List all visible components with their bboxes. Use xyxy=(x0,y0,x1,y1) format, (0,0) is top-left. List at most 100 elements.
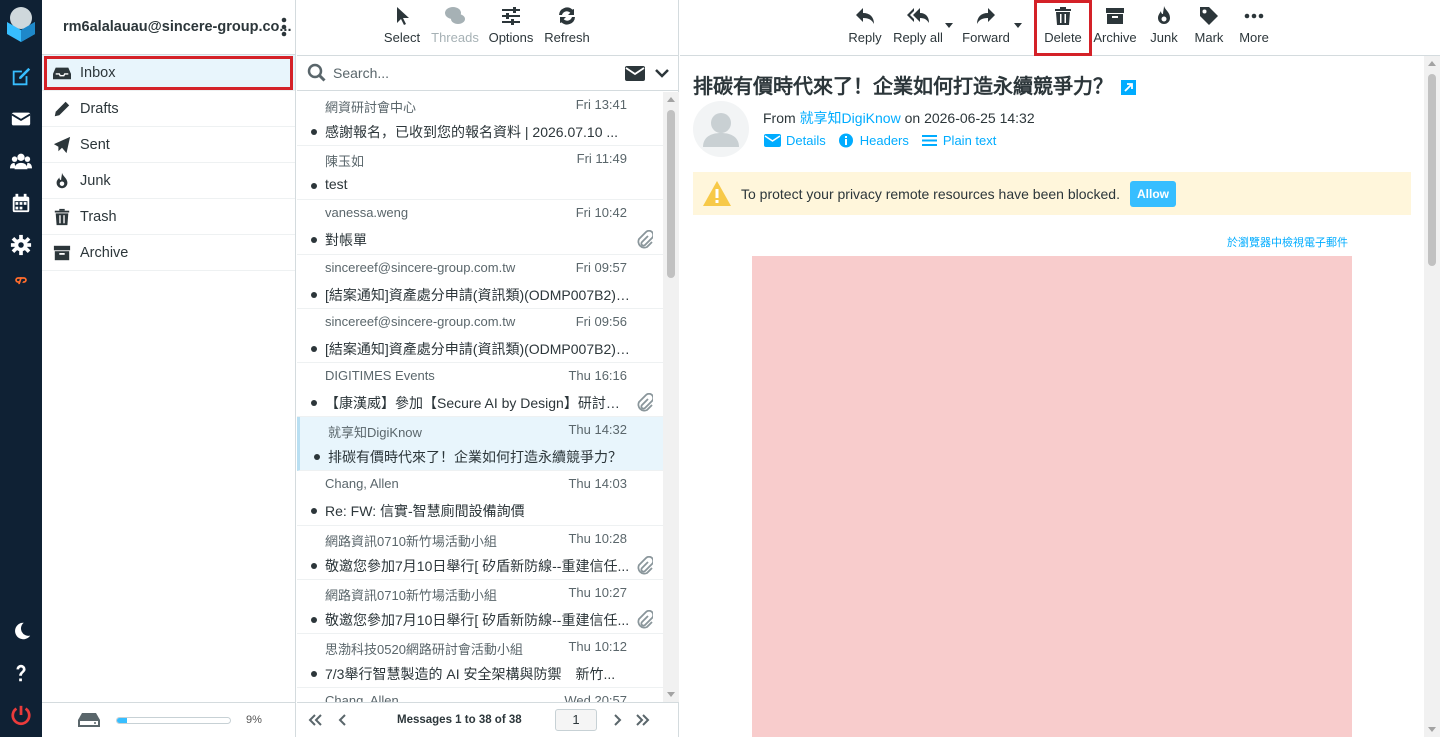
more-button[interactable]: More xyxy=(1235,0,1273,56)
message-list-scrollbar[interactable] xyxy=(663,92,679,702)
archive-button[interactable]: Archive xyxy=(1092,0,1138,56)
envelope-icon xyxy=(764,134,781,147)
message-row[interactable]: 就享知DigiKnow Thu 14:32 排碳有價時代來了！企業如何打造永續競爭力… xyxy=(297,417,663,472)
message-row[interactable]: 網路資訊0710新竹場活動小組 Thu 10:27 敬邀您參加7月10日舉行[ 矽盾… xyxy=(297,580,663,634)
reply-all-label: Reply all xyxy=(893,30,943,45)
message-date: Fri 10:42 xyxy=(575,205,627,221)
unread-dot-icon xyxy=(311,237,317,244)
threads-button[interactable]: Threads xyxy=(424,0,486,56)
reply-button[interactable]: Reply xyxy=(845,0,885,56)
message-row[interactable]: 陳玉如 Fri 11:49 test xyxy=(297,146,663,201)
message-row[interactable]: Chang, Allen Wed 20:57 xyxy=(297,688,663,702)
message-row[interactable]: Chang, Allen Thu 14:03 Re: FW: 信實-智慧廁間設備詢價 xyxy=(297,471,663,526)
view-in-browser-link[interactable]: 於瀏覽器中檢視電子郵件 xyxy=(1227,234,1348,250)
message-row[interactable]: 思渤科技0520網路研討會活動小組 Thu 10:12 7/3舉行智慧製造的 AI … xyxy=(297,634,663,689)
message-date: Wed 20:57 xyxy=(564,693,627,702)
pagination: Messages 1 to 38 of 38 1 xyxy=(297,702,679,737)
contacts-icon[interactable] xyxy=(0,141,42,181)
message-date: Thu 10:12 xyxy=(568,638,627,654)
cpanel-icon[interactable] xyxy=(0,262,42,298)
message-row[interactable]: DIGITIMES Events Thu 16:16 【康漢威】參加【Secure … xyxy=(297,363,663,418)
threads-icon xyxy=(445,7,465,24)
last-page-icon[interactable] xyxy=(635,712,651,728)
page-number-input[interactable]: 1 xyxy=(555,709,597,731)
reply-all-button[interactable]: Reply all xyxy=(891,0,945,56)
folder-archive[interactable]: Archive xyxy=(42,235,295,271)
account-menu-icon[interactable] xyxy=(279,16,289,38)
next-page-icon[interactable] xyxy=(609,712,625,728)
calendar-icon[interactable] xyxy=(0,183,42,223)
dark-mode-icon[interactable] xyxy=(0,611,42,651)
message-view-scrollbar[interactable] xyxy=(1424,56,1440,737)
help-icon[interactable] xyxy=(0,653,42,693)
select-button[interactable]: Select xyxy=(380,0,424,56)
message-sender: 思渤科技0520網路研討會活動小組 xyxy=(325,641,523,657)
search-input[interactable] xyxy=(333,65,603,81)
message-subject: 對帳單 xyxy=(325,232,367,249)
envelope-filter-icon[interactable] xyxy=(625,66,645,81)
message-sender: 網路資訊0710新竹場活動小組 xyxy=(325,587,497,603)
sender-link[interactable]: 就享知DigiKnow xyxy=(800,110,901,126)
folder-trash[interactable]: Trash xyxy=(42,199,295,235)
message-subject: 敬邀您參加7月10日舉行[ 矽盾新防線--重建信任... xyxy=(325,557,630,574)
folder-drafts[interactable]: Drafts xyxy=(42,91,295,127)
message-row[interactable]: 網路資訊0710新竹場活動小組 Thu 10:28 敬邀您參加7月10日舉行[ 矽盾… xyxy=(297,526,663,580)
open-external-icon[interactable] xyxy=(1121,80,1136,96)
message-subject: [結案通知]資產處分申請(資訊類)(ODMP007B2):... xyxy=(325,340,631,357)
forward-button[interactable]: Forward xyxy=(961,0,1011,56)
folder-label: Archive xyxy=(80,244,129,261)
unread-dot-icon xyxy=(311,616,317,623)
unread-dot-icon xyxy=(311,508,317,515)
unread-dot-icon xyxy=(311,183,317,190)
options-label: Options xyxy=(488,30,534,45)
unread-dot-icon xyxy=(314,454,320,461)
message-row[interactable]: vanessa.weng Fri 10:42 對帳單 xyxy=(297,200,663,255)
settings-icon[interactable] xyxy=(0,225,42,265)
details-link[interactable]: Details xyxy=(764,133,826,148)
refresh-button[interactable]: Refresh xyxy=(536,0,598,56)
search-bar xyxy=(297,56,678,91)
message-date: Fri 11:49 xyxy=(576,151,627,167)
quota-percent: 9% xyxy=(246,714,262,726)
message-row[interactable]: 網資研討會中心 Fri 13:41 感謝報名，已收到您的報名資料 | 2026.07… xyxy=(297,92,663,147)
options-button[interactable]: Options xyxy=(486,0,536,56)
cursor-icon xyxy=(397,7,409,25)
info-icon xyxy=(838,133,853,148)
from-line: From 就享知DigiKnow on 2026-06-25 14:32 xyxy=(763,108,1035,128)
forward-dropdown-icon[interactable] xyxy=(1014,23,1022,28)
folder-label: Inbox xyxy=(80,64,116,81)
message-subject: 感謝報名，已收到您的報名資料 | 2026.07.10 ... xyxy=(325,124,619,140)
allow-button[interactable]: Allow xyxy=(1129,180,1176,207)
reply-all-dropdown-icon[interactable] xyxy=(945,23,953,28)
lines-icon xyxy=(921,135,937,146)
compose-icon[interactable] xyxy=(0,57,42,97)
folder-inbox[interactable]: Inbox xyxy=(42,55,295,91)
logout-icon[interactable] xyxy=(0,695,42,735)
mark-button[interactable]: Mark xyxy=(1189,0,1229,56)
folder-sent[interactable]: Sent xyxy=(42,127,295,163)
folder-junk[interactable]: Junk xyxy=(42,163,295,199)
first-page-icon[interactable] xyxy=(307,712,323,728)
search-icon xyxy=(307,63,326,82)
forward-icon xyxy=(977,8,995,24)
app-rail xyxy=(0,0,42,737)
prev-page-icon[interactable] xyxy=(335,712,351,728)
archive-icon xyxy=(1106,8,1124,24)
inbox-icon xyxy=(52,63,72,83)
roundcube-logo-icon[interactable] xyxy=(4,4,38,42)
message-view: Reply Reply all Forward Delete Archive J… xyxy=(680,0,1440,737)
delete-button[interactable]: Delete xyxy=(1040,0,1086,56)
message-row[interactable]: sincereef@sincere-group.com.tw Fri 09:56 [… xyxy=(297,309,663,363)
account-header: rm6alalauau@sincere-group.co... xyxy=(42,0,295,55)
junk-button[interactable]: Junk xyxy=(1146,0,1182,56)
message-subject: [結案通知]資產處分申請(資訊類)(ODMP007B2):... xyxy=(325,286,631,303)
paperclip-icon xyxy=(635,392,655,413)
message-date: Thu 10:28 xyxy=(568,530,627,546)
headers-link[interactable]: Headers xyxy=(838,133,909,148)
message-date: Thu 14:32 xyxy=(568,422,627,438)
mail-icon[interactable] xyxy=(0,99,42,139)
message-row[interactable]: sincereef@sincere-group.com.tw Fri 09:57 [… xyxy=(297,255,663,309)
chevron-down-icon[interactable] xyxy=(655,67,669,79)
plain-text-link[interactable]: Plain text xyxy=(921,133,996,148)
forward-label: Forward xyxy=(962,30,1010,45)
